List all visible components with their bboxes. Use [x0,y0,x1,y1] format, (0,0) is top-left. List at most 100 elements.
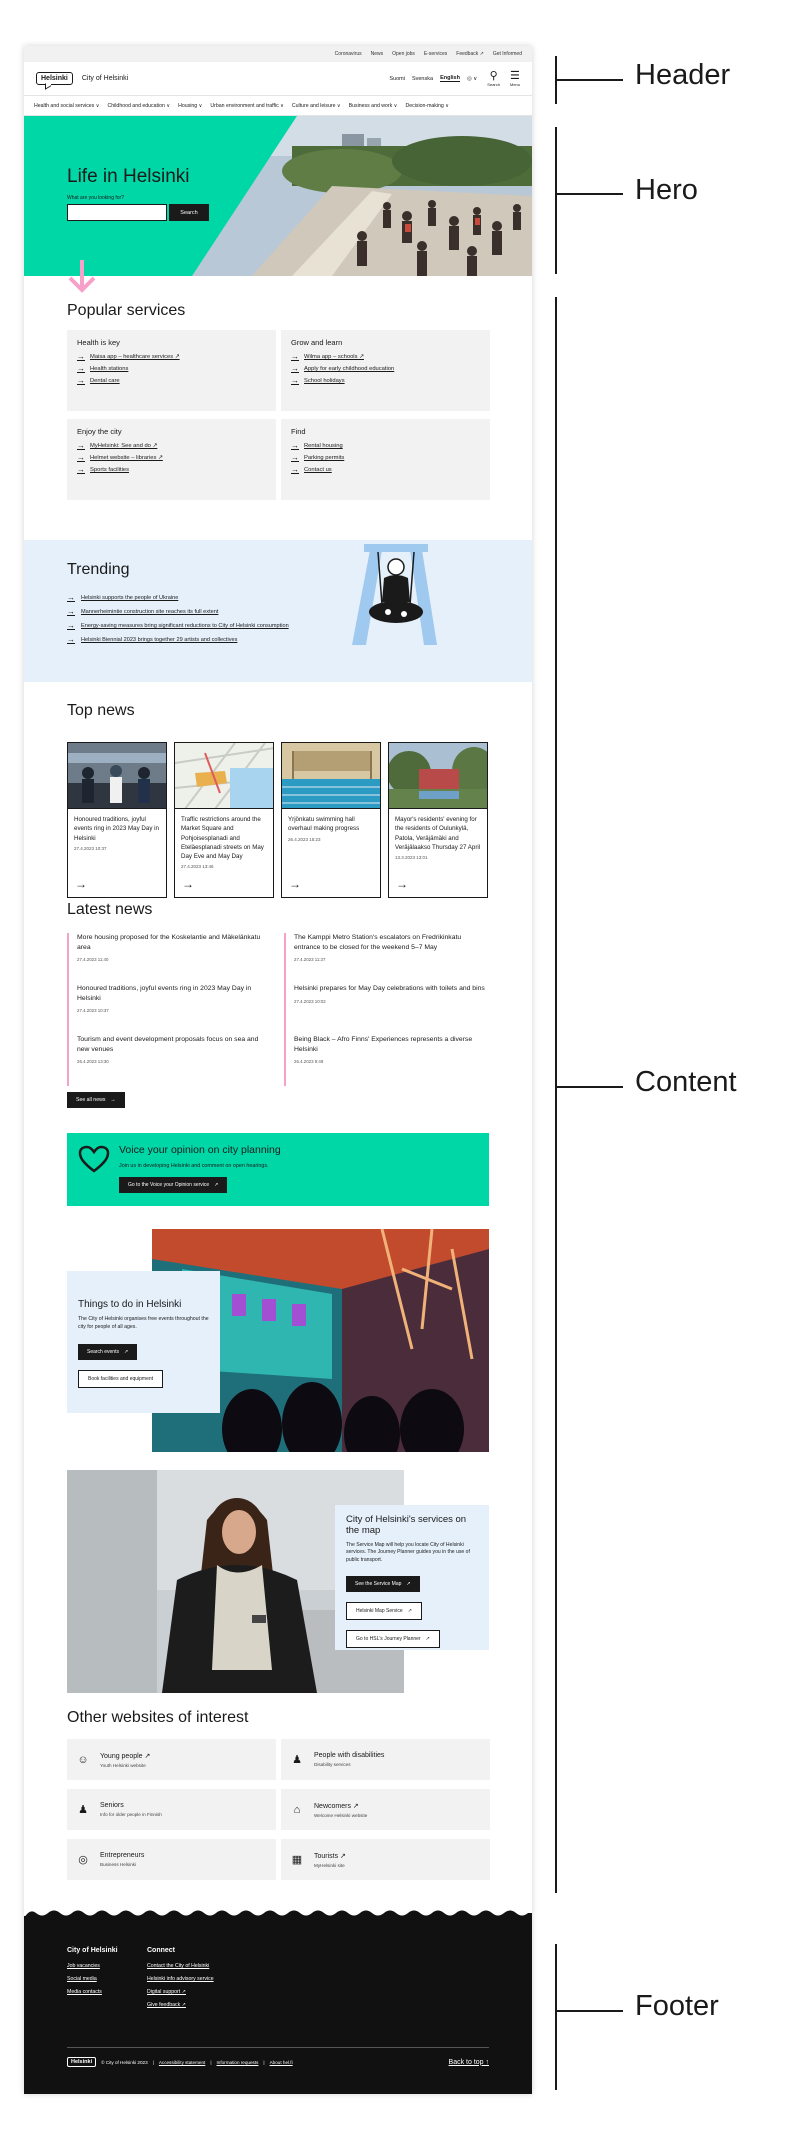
site-name[interactable]: City of Helsinki [82,75,128,82]
news-card[interactable]: Honoured traditions, joyful events ring … [67,742,167,898]
latest-news-item[interactable]: Honoured traditions, joyful events ring … [67,984,272,1035]
latest-news-item[interactable]: More housing proposed for the Koskelanti… [67,933,272,984]
latest-news-date: 26.4.2023 13:30 [77,1059,109,1065]
nav-item-business[interactable]: Business and work ∨ [349,103,398,109]
service-link[interactable]: → Parking permits [291,454,480,462]
footer-link[interactable]: Helsinki info advisory service [147,1976,214,1982]
arrow-right-icon: → [77,453,85,462]
footer-bottom-link[interactable]: Information requests [217,2060,259,2065]
latest-news-title-text: Honoured traditions, joyful events ring … [77,985,252,1002]
helsinki-logo[interactable]: Helsinki [36,72,73,85]
utility-link-open-jobs[interactable]: Open jobs [392,51,415,57]
service-link[interactable]: → Apply for early childhood education [291,365,480,373]
nav-item-urban[interactable]: Urban environment and traffic ∨ [210,103,283,109]
website-card-title: Newcomers ↗ [314,1802,359,1810]
annotation-connector [555,193,623,195]
lang-svenska[interactable]: Svenska [412,76,433,82]
service-link[interactable]: → Dental care [77,377,266,385]
hero-search-input[interactable] [67,204,167,221]
things-to-do-box: Things to do in Helsinki The City of Hel… [67,1271,220,1413]
page-screenshot: Coronavirus News Open jobs E-services Fe… [24,46,532,2094]
service-link[interactable]: → Wilma app – schools ↗ [291,353,480,361]
website-card-young-people[interactable]: ☺ Young people ↗ Youth Helsinki website [67,1739,276,1780]
news-card[interactable]: Traffic restrictions around the Market S… [174,742,274,898]
trending-link[interactable]: → Helsinki supports the people of Ukraine [67,593,317,602]
utility-link-feedback[interactable]: Feedback ↗ [456,51,484,57]
website-card-seniors[interactable]: ♟ Seniors Info for older people in Finnish [67,1789,276,1830]
service-card-title: Health is key [77,338,120,347]
things-text: The City of Helsinki organises free even… [78,1316,209,1330]
trending-link[interactable]: → Mannerheimintie construction site reach… [67,608,317,616]
voice-service-button[interactable]: Go to the Voice your Opinion service ↗ [119,1177,228,1193]
footer-link[interactable]: Media contacts [67,1989,118,1995]
website-card-entrepreneurs[interactable]: ◎ Entrepreneurs Business Helsinki [67,1839,276,1880]
external-link-icon: ↗ [425,1635,430,1642]
footer-link[interactable]: Social media [67,1976,118,1982]
arrow-right-icon: → [77,465,85,474]
service-link[interactable]: → Sports facilities [77,465,266,474]
book-facilities-label: Book facilities and equipment [88,1375,154,1382]
website-card-newcomers[interactable]: ⌂ Newcomers ↗ Welcome Helsinki website [281,1789,490,1830]
service-link-label: Wilma app – schools ↗ [304,354,364,360]
journey-planner-button[interactable]: Go to HSL's Journey Planner ↗ [346,1629,440,1648]
website-card-title: Seniors [100,1802,124,1809]
footer-bottom-link[interactable]: Accessibility statement [159,2060,205,2065]
service-link[interactable]: → Maisa app – healthcare services ↗ [77,353,266,361]
home-icon: ⌂ [293,1803,301,1816]
menu-button[interactable]: ☰ Menu [510,70,520,87]
service-link[interactable]: → School holidays [291,377,480,385]
separator: | [263,2059,265,2065]
search-button[interactable]: ⚲ Search [487,70,500,87]
footer-bottom-link[interactable]: About hel.fi [270,2060,293,2065]
back-to-top-link[interactable]: Back to top ↑ [449,2059,489,2066]
service-link-label: Parking permits [304,455,345,461]
footer-link[interactable]: Contact the City of Helsinki [147,1963,214,1969]
service-link[interactable]: → Health stations [77,365,266,373]
separator: | [210,2059,212,2065]
trending-link[interactable]: → Helsinki Biennial 2023 brings together … [67,636,317,644]
news-card[interactable]: Yrjönkatu swimming hall overhaul making … [281,742,381,898]
see-all-news-button[interactable]: See all news → [67,1092,125,1108]
external-link-icon: ↗ [123,1348,129,1355]
news-card[interactable]: Mayor's residents' evening for the resid… [388,742,488,898]
trending-link[interactable]: → Energy-saving measures bring significan… [67,622,317,630]
service-link[interactable]: → MyHelsinki: See and do ↗ [77,442,266,450]
see-service-map-button[interactable]: See the Service Map ↗ [346,1575,420,1592]
lang-suomi[interactable]: Suomi [389,76,405,82]
latest-news-item[interactable]: Tourism and event development proposals … [67,1035,272,1086]
nav-item-decision[interactable]: Decision-making ∨ [405,103,449,109]
search-events-button[interactable]: Search events ↗ [78,1343,138,1360]
arrow-right-icon: → [75,877,87,891]
nav-item-housing[interactable]: Housing ∨ [178,103,202,109]
footer-link[interactable]: Give feedback ↗ [147,2002,214,2008]
lang-more-icon[interactable]: ◎ ∨ [467,76,477,82]
footer-link[interactable]: Digital support ↗ [147,1989,214,1995]
service-link[interactable]: → Rental housing [291,442,480,450]
nav-item-culture[interactable]: Culture and leisure ∨ [292,103,341,109]
lang-english[interactable]: English [440,75,460,82]
hero-search-button[interactable]: Search [169,204,209,221]
external-link-icon: ↗ [406,1580,411,1587]
latest-news-date: 26.4.2023 9:49 [294,1059,324,1065]
book-facilities-button[interactable]: Book facilities and equipment [78,1369,164,1388]
utility-link-coronavirus[interactable]: Coronavirus [335,51,362,57]
footer-column-connect: Connect Contact the City of Helsinki Hel… [147,1947,214,2015]
utility-link-get-informed[interactable]: Get Informed [493,51,522,57]
helsinki-map-service-button[interactable]: Helsinki Map Service ↗ [346,1601,422,1620]
latest-news-item[interactable]: The Kamppi Metro Station's escalators on… [284,933,489,984]
nav-item-childhood[interactable]: Childhood and education ∨ [108,103,171,109]
latest-news-title: Latest news [67,901,153,918]
annotation-bracket [555,1944,557,2090]
website-card-disabilities[interactable]: ♟ People with disabilities Disability serv… [281,1739,490,1780]
latest-news-item[interactable]: Being Black – Afro Finns' Experiences re… [284,1035,489,1086]
utility-link-news[interactable]: News [371,51,384,57]
footer-logo[interactable]: Helsinki [67,2057,97,2067]
footer-link[interactable]: Job vacancies [67,1963,118,1969]
nav-item-health[interactable]: Health and social services ∨ [34,103,100,109]
website-card-tourists[interactable]: ▦ Tourists ↗ MyHelsinki site [281,1839,490,1880]
service-link[interactable]: → Contact us [291,466,480,474]
utility-link-e-services[interactable]: E-services [424,51,447,57]
footer-wave [24,1910,532,1918]
service-link[interactable]: → Helmet website – libraries ↗ [77,453,266,462]
latest-news-item[interactable]: Helsinki prepares for May Day celebratio… [284,984,489,1035]
